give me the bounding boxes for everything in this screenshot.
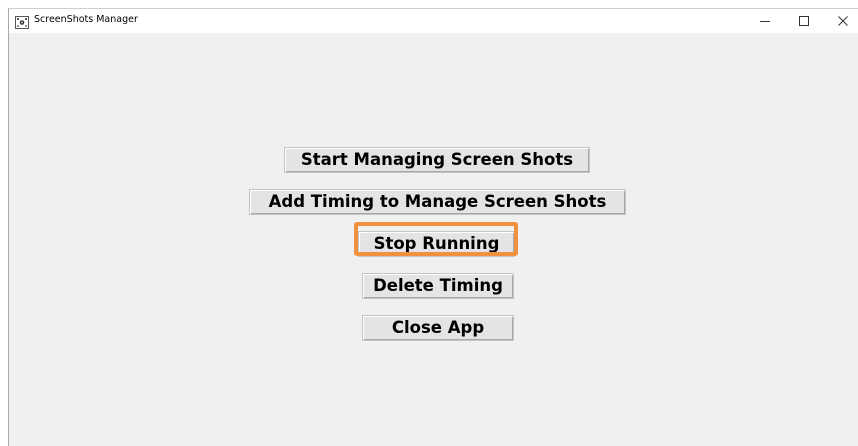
title-bar[interactable]: ScreenShots Manager: [9, 9, 858, 33]
app-window: ScreenShots Manager Start Managing Scree…: [8, 8, 858, 446]
minimize-icon: [760, 16, 770, 26]
main-content: Start Managing Screen Shots Add Timing t…: [9, 33, 858, 446]
stop-running-button[interactable]: Stop Running: [358, 231, 515, 257]
window-title: ScreenShots Manager: [34, 14, 138, 25]
screenshot-app-icon: [15, 14, 29, 29]
close-button[interactable]: [825, 9, 858, 33]
delete-timing-button[interactable]: Delete Timing: [362, 273, 514, 299]
minimize-button[interactable]: [747, 9, 783, 33]
close-app-button[interactable]: Close App: [362, 315, 514, 341]
close-icon: [838, 16, 848, 26]
add-timing-button[interactable]: Add Timing to Manage Screen Shots: [249, 189, 626, 215]
start-managing-button[interactable]: Start Managing Screen Shots: [284, 147, 590, 173]
maximize-icon: [799, 16, 809, 26]
maximize-button[interactable]: [786, 9, 822, 33]
